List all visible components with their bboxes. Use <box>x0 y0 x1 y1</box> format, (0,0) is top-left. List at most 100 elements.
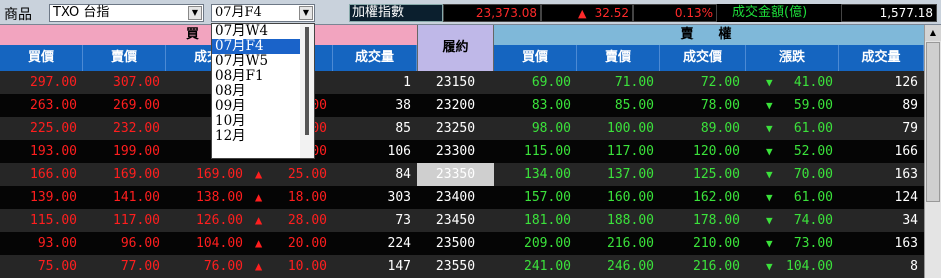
month-select-value: 07月F4 <box>215 5 262 20</box>
table-row[interactable]: 263.00269.0028.00382320083.0085.0078.00▼… <box>0 94 924 117</box>
table-row[interactable]: 93.00 96.00 104.00 ▲ 20.00 224 23500 209.00 216.… <box>0 232 924 255</box>
triangle-down-icon: ▼ <box>766 145 773 158</box>
c-bid-cell-value: 93.00 <box>37 236 77 251</box>
c-last-cell-value: 138.00 <box>196 190 243 205</box>
c-bid-cell-value: 297.00 <box>30 75 77 90</box>
p-vol-cell-value: 34 <box>902 213 918 228</box>
table-row[interactable]: 75.00 77.00 76.00 ▲ 10.00 147 23550 241.00 246.0… <box>0 255 924 278</box>
p-last-cell: 216.00 <box>660 255 746 278</box>
c-vol-cell: 1 <box>333 71 417 94</box>
p-chg-cell: ▼ 61.00 <box>746 117 839 140</box>
triangle-down-icon: ▼ <box>766 168 773 181</box>
p-ask-cell-value: 160.00 <box>607 190 654 205</box>
strike-cell: 23300 <box>417 140 494 163</box>
c-last-cell: 169.00 <box>166 163 249 186</box>
c-last-cell-value: 169.00 <box>196 167 243 182</box>
c-vol-cell-value: 84 <box>395 167 411 182</box>
c-chg-cell-value: 10.00 <box>287 259 327 274</box>
col-put-last[interactable]: 成交價 <box>660 45 746 71</box>
p-chg-cell: ▼ 74.00 <box>746 209 839 232</box>
c-bid-cell-value: 225.00 <box>30 121 77 136</box>
call-group-title: 買 <box>186 27 206 42</box>
c-ask-cell-value: 232.00 <box>113 121 160 136</box>
c-chg-cell: ▲ 25.00 <box>249 163 333 186</box>
col-put-volume[interactable]: 成交量 <box>839 45 924 71</box>
table-scrollbar[interactable]: ▲ <box>924 25 941 278</box>
index-value: 23,373.08 <box>443 4 541 22</box>
chevron-down-icon[interactable]: ▼ <box>188 6 202 20</box>
c-ask-cell: 269.00 <box>83 94 166 117</box>
index-change-pct: 0.13% <box>633 4 717 22</box>
p-vol-cell-value: 8 <box>910 259 918 274</box>
c-vol-cell: 147 <box>333 255 417 278</box>
table-row[interactable]: 115.00 117.00 126.00 ▲ 28.00 73 23450 181.00 188… <box>0 209 924 232</box>
month-option[interactable]: 10月 <box>212 114 304 129</box>
p-ask-cell-value: 188.00 <box>607 213 654 228</box>
p-bid-cell-value: 209.00 <box>524 236 571 251</box>
p-vol-cell: 163 <box>839 232 924 255</box>
c-bid-cell: 166.00 <box>0 163 83 186</box>
col-call-ask[interactable]: 賣價 <box>83 45 166 71</box>
chevron-down-icon[interactable]: ▼ <box>299 6 313 20</box>
month-option[interactable]: 07月W5 <box>212 54 304 69</box>
p-vol-cell-value: 89 <box>902 98 918 113</box>
month-option[interactable]: 08月F1 <box>212 69 304 84</box>
scroll-up-arrow-icon[interactable]: ▲ <box>925 25 941 41</box>
triangle-up-icon: ▲ <box>255 190 263 204</box>
p-chg-cell-value: 73.00 <box>793 236 833 251</box>
col-call-volume[interactable]: 成交量 <box>333 45 417 71</box>
product-select[interactable]: TXO 台指 ▼ <box>49 4 204 22</box>
col-put-ask[interactable]: 賣價 <box>577 45 660 71</box>
p-last-cell-value: 78.00 <box>700 98 740 113</box>
c-bid-cell: 225.00 <box>0 117 83 140</box>
p-vol-cell: 89 <box>839 94 924 117</box>
table-row[interactable]: 225.00232.0023.00852325098.00100.0089.00… <box>0 117 924 140</box>
strike-cell: 23450 <box>417 209 494 232</box>
c-chg-cell-value: 25.00 <box>287 167 327 182</box>
table-row[interactable]: 166.00 169.00 169.00 ▲ 25.00 84 23350 134.00 137… <box>0 163 924 186</box>
table-row[interactable]: 297.00307.003612315069.0071.0072.00▼41.0… <box>0 71 924 94</box>
p-vol-cell: 8 <box>839 255 924 278</box>
strike-cell-value: 23550 <box>435 259 476 274</box>
month-option[interactable]: 08月 <box>212 84 304 99</box>
col-put-change[interactable]: 漲跌 <box>746 45 839 71</box>
col-put-bid[interactable]: 買價 <box>494 45 577 71</box>
month-option[interactable]: 07月F4 <box>212 39 304 54</box>
table-row[interactable]: 139.00 141.00 138.00 ▲ 18.00 303 23400 157.00 16… <box>0 186 924 209</box>
p-last-cell: 210.00 <box>660 232 746 255</box>
put-column-headers: 買價 賣價 成交價 漲跌 成交量 <box>494 45 924 71</box>
strike-cell: 23400 <box>417 186 494 209</box>
month-select[interactable]: 07月F4 ▼ <box>211 4 315 22</box>
dropdown-scroll-thumb[interactable] <box>305 27 309 135</box>
month-option[interactable]: 09月 <box>212 99 304 114</box>
month-option[interactable]: 12月 <box>212 129 304 144</box>
table-row[interactable]: 193.00199.0020.0010623300115.00117.00120… <box>0 140 924 163</box>
c-chg-cell-value: 28.00 <box>287 213 327 228</box>
c-vol-cell: 38 <box>333 94 417 117</box>
month-dropdown-list[interactable]: 07月W4 07月F4 07月W5 08月F1 08月 09月 10月 12月 <box>211 23 315 159</box>
p-ask-cell-value: 117.00 <box>607 144 654 159</box>
p-ask-cell: 71.00 <box>577 71 660 94</box>
p-bid-cell-value: 157.00 <box>524 190 571 205</box>
month-option[interactable]: 07月W4 <box>212 24 304 39</box>
c-vol-cell: 106 <box>333 140 417 163</box>
c-bid-cell: 193.00 <box>0 140 83 163</box>
put-group-header: 賣 權 <box>494 25 924 45</box>
p-bid-cell-value: 241.00 <box>524 259 571 274</box>
triangle-down-icon: ▼ <box>766 237 773 250</box>
p-bid-cell: 115.00 <box>494 140 577 163</box>
c-bid-cell-value: 193.00 <box>30 144 77 159</box>
c-vol-cell-value: 1 <box>403 75 411 90</box>
dropdown-scrollbar[interactable] <box>300 24 314 158</box>
strike-header[interactable]: 履約 <box>417 25 494 71</box>
strike-cell-value: 23400 <box>435 190 476 205</box>
index-label: 加權指數 <box>349 4 443 22</box>
c-bid-cell: 115.00 <box>0 209 83 232</box>
p-bid-cell-value: 83.00 <box>531 98 571 113</box>
p-chg-cell-value: 70.00 <box>793 167 833 182</box>
c-vol-cell-value: 38 <box>395 98 411 113</box>
p-chg-cell-value: 61.00 <box>793 190 833 205</box>
col-call-bid[interactable]: 買價 <box>0 45 83 71</box>
scroll-thumb[interactable] <box>926 42 940 202</box>
p-bid-cell-value: 98.00 <box>531 121 571 136</box>
